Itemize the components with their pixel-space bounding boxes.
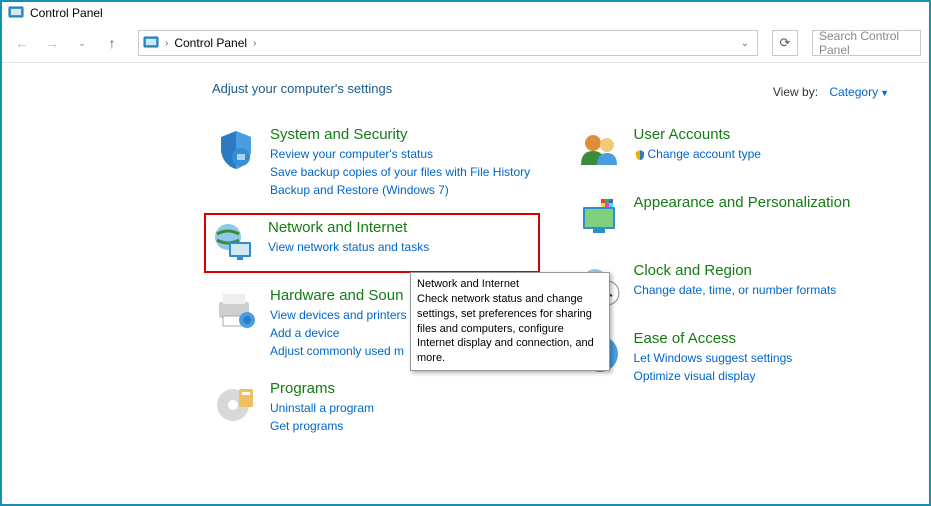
category-system-security: System and Security Review your computer… xyxy=(212,126,536,199)
chevron-down-icon[interactable]: ▼ xyxy=(880,88,889,98)
category-link[interactable]: Review your computer's status xyxy=(270,145,536,163)
programs-icon xyxy=(212,380,260,428)
address-dropdown[interactable]: ⌄ xyxy=(737,38,753,49)
category-link[interactable]: Optimize visual display xyxy=(634,367,900,385)
globe-monitor-icon xyxy=(210,219,258,267)
breadcrumb-sep: › xyxy=(165,38,168,49)
category-title[interactable]: System and Security xyxy=(270,126,536,143)
search-input[interactable]: Search Control Panel xyxy=(812,30,921,56)
printer-icon xyxy=(212,287,260,335)
category-title[interactable]: Clock and Region xyxy=(634,262,900,279)
category-link[interactable]: Save backup copies of your files with Fi… xyxy=(270,163,536,181)
shield-badge-icon xyxy=(634,149,646,161)
back-button[interactable]: ← xyxy=(10,31,34,55)
tooltip-title: Network and Internet xyxy=(417,277,603,292)
search-placeholder: Search Control Panel xyxy=(819,29,914,57)
category-title[interactable]: Programs xyxy=(270,380,536,397)
control-panel-icon xyxy=(8,5,24,21)
breadcrumb-sep: › xyxy=(253,38,256,49)
category-title[interactable]: Ease of Access xyxy=(634,330,900,347)
category-link[interactable]: Let Windows suggest settings xyxy=(634,349,900,367)
users-icon xyxy=(576,126,624,174)
address-bar[interactable]: › Control Panel › ⌄ xyxy=(138,30,758,56)
content: Adjust your computer's settings View by:… xyxy=(2,63,929,455)
category-link[interactable]: Uninstall a program xyxy=(270,399,536,417)
page-heading: Adjust your computer's settings xyxy=(212,81,392,96)
shield-icon xyxy=(212,126,260,174)
category-link[interactable]: View network status and tasks xyxy=(268,238,534,256)
category-link[interactable]: Change date, time, or number formats xyxy=(634,281,900,299)
titlebar: Control Panel xyxy=(2,2,929,24)
link-text: Change account type xyxy=(648,147,761,161)
control-panel-icon xyxy=(143,35,159,51)
categories-right: User Accounts Change account type Appear… xyxy=(576,126,900,455)
breadcrumb-root[interactable]: Control Panel xyxy=(174,36,247,50)
navbar: ← → ⌄ ↑ › Control Panel › ⌄ ⟳ Search Con… xyxy=(2,24,929,62)
tooltip: Network and Internet Check network statu… xyxy=(410,272,610,371)
category-appearance: Appearance and Personalization xyxy=(576,194,900,242)
category-user-accounts: User Accounts Change account type xyxy=(576,126,900,174)
category-link[interactable]: Backup and Restore (Windows 7) xyxy=(270,181,536,199)
view-by-label: View by: xyxy=(773,85,818,99)
category-ease-of-access: Ease of Access Let Windows suggest setti… xyxy=(576,330,900,385)
monitor-palette-icon xyxy=(576,194,624,242)
category-link[interactable]: Get programs xyxy=(270,417,536,435)
recent-dropdown[interactable]: ⌄ xyxy=(70,31,94,55)
category-title[interactable]: Network and Internet xyxy=(268,219,534,236)
window-title: Control Panel xyxy=(30,6,103,20)
view-by: View by: Category▼ xyxy=(773,85,889,99)
forward-button[interactable]: → xyxy=(40,31,64,55)
category-programs: Programs Uninstall a program Get program… xyxy=(212,380,536,435)
category-network-internet: Network and Internet View network status… xyxy=(204,213,540,273)
category-clock-region: Clock and Region Change date, time, or n… xyxy=(576,262,900,310)
up-button[interactable]: ↑ xyxy=(100,31,124,55)
category-title[interactable]: User Accounts xyxy=(634,126,900,143)
category-title[interactable]: Appearance and Personalization xyxy=(634,194,900,211)
tooltip-body: Check network status and change settings… xyxy=(417,293,594,364)
category-link[interactable]: Change account type xyxy=(634,145,900,163)
refresh-button[interactable]: ⟳ xyxy=(772,30,798,56)
view-by-value[interactable]: Category xyxy=(829,85,878,99)
